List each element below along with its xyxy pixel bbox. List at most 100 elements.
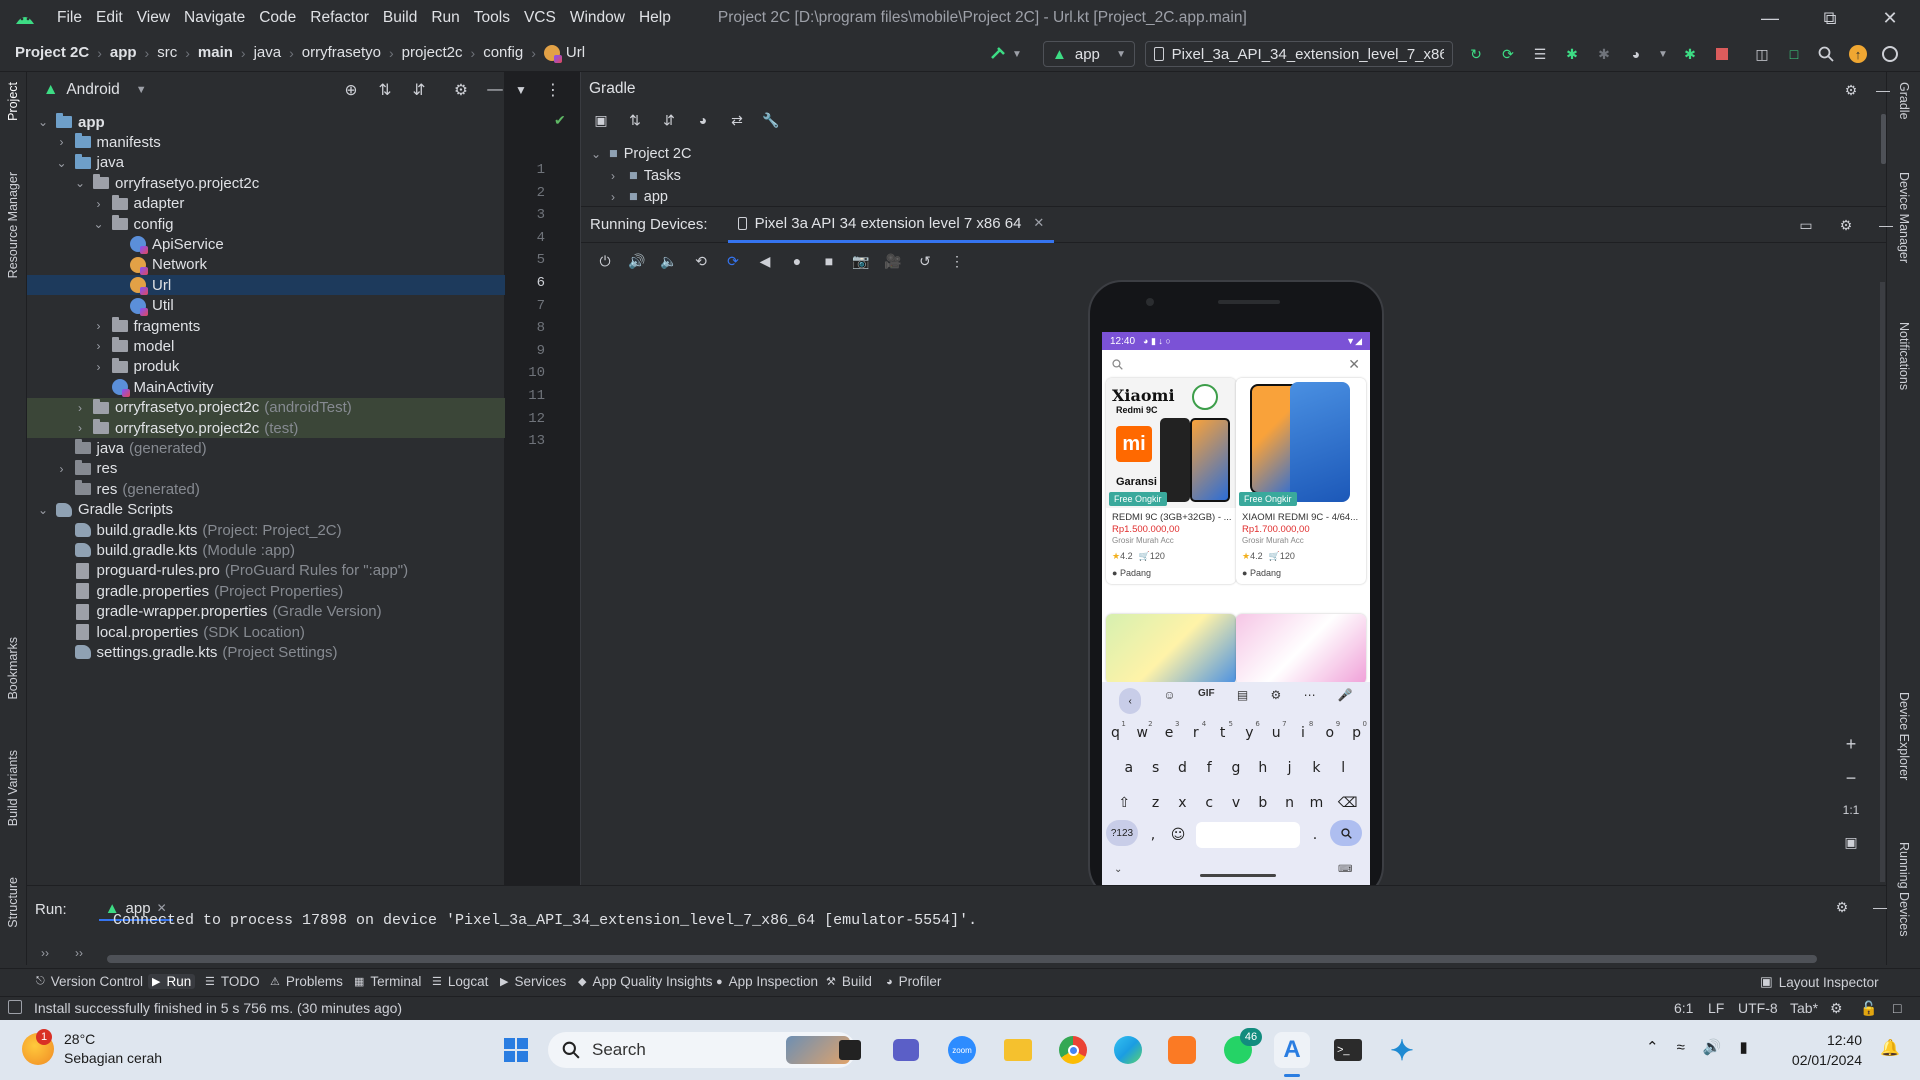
device-manager-tab[interactable]: Device Manager — [1897, 172, 1911, 263]
battery-icon[interactable]: ▮ — [1740, 1038, 1748, 1056]
home-icon[interactable]: ● — [787, 251, 807, 271]
breadcrumb-item[interactable]: app — [110, 44, 137, 61]
status-toggle-icon[interactable] — [8, 1000, 22, 1014]
device-select[interactable]: Pixel_3a_API_34_extension_level_7_x86.. — [1145, 41, 1453, 67]
chevron-right-icon[interactable]: › — [91, 197, 107, 211]
menu-file[interactable]: File — [50, 9, 89, 27]
tree-item[interactable]: › manifests — [27, 132, 505, 152]
overview-icon[interactable]: ■ — [819, 251, 839, 271]
breadcrumb-item[interactable]: Url — [543, 44, 585, 63]
key-u[interactable]: u7 — [1263, 718, 1290, 748]
sticker-icon[interactable]: ☺ — [1163, 688, 1175, 714]
gradle-tree-tasks[interactable]: › ■ Tasks — [611, 168, 681, 184]
menu-vcs[interactable]: VCS — [517, 9, 563, 27]
shift-key[interactable]: ⇧ — [1106, 788, 1142, 818]
gradle-toolbar-icon[interactable]: ▣ — [591, 110, 611, 130]
code-style-icon[interactable]: ⚙ — [1830, 1000, 1843, 1017]
line-separator[interactable]: LF — [1708, 1000, 1724, 1016]
breadcrumb-item[interactable]: java — [254, 44, 282, 61]
breadcrumb-item[interactable]: project2c — [402, 44, 463, 61]
clipboard-icon[interactable]: ▤ — [1237, 688, 1248, 714]
apply-changes-icon[interactable]: ↻ — [1466, 44, 1486, 64]
menu-help[interactable]: Help — [632, 9, 678, 27]
zoom-actual-button[interactable]: 1:1 — [1838, 797, 1864, 823]
gesture-nav-bar[interactable] — [1200, 874, 1276, 877]
tree-item[interactable]: gradle-wrapper.properties (Gradle Version… — [27, 602, 505, 622]
sync-gradle-icon[interactable]: ☰ — [1530, 44, 1550, 64]
menu-edit[interactable]: Edit — [89, 9, 130, 27]
task-view-icon[interactable] — [832, 1032, 868, 1068]
key-g[interactable]: g — [1223, 753, 1250, 783]
key-v[interactable]: v — [1223, 788, 1250, 818]
gif-button[interactable]: GIF — [1198, 688, 1215, 714]
menu-run[interactable]: Run — [424, 9, 466, 27]
tree-item[interactable]: ⌄ app — [27, 112, 505, 132]
account-icon[interactable] — [1880, 44, 1900, 64]
tree-item[interactable]: › orryfrasetyo.project2c (test) — [27, 418, 505, 438]
chevron-right-icon[interactable]: › — [72, 401, 88, 415]
chrome-icon[interactable] — [1055, 1032, 1091, 1068]
key-m[interactable]: m — [1303, 788, 1330, 818]
indent-setting[interactable]: Tab* — [1790, 1000, 1818, 1016]
attach-debugger-icon[interactable]: ✱ — [1594, 44, 1614, 64]
chevron-right-icon[interactable]: › — [91, 339, 107, 353]
profiler-icon[interactable]: ◕ — [1626, 44, 1646, 64]
screen-record-icon[interactable]: 🎥 — [883, 251, 903, 271]
breadcrumb-item[interactable]: src — [157, 44, 177, 61]
device-manager-icon[interactable]: ◫ — [1752, 44, 1772, 64]
tree-item[interactable]: java (generated) — [27, 438, 505, 458]
symbols-key[interactable]: ?123 — [1106, 820, 1138, 846]
restore-button[interactable]: ⧉ — [1800, 0, 1860, 36]
menu-navigate[interactable]: Navigate — [177, 9, 252, 27]
android-studio-taskbar-icon[interactable]: A — [1274, 1032, 1310, 1068]
gradle-tool-tab[interactable]: Gradle — [1897, 82, 1911, 120]
tree-item[interactable]: ⌄ java — [27, 153, 505, 173]
breadcrumb-item[interactable]: orryfrasetyo — [302, 44, 381, 61]
sdk-manager-icon[interactable]: □ — [1784, 44, 1804, 64]
gear-icon[interactable]: ⚙ — [1832, 897, 1852, 917]
notification-bell-icon[interactable]: 🔔 — [1880, 1038, 1900, 1058]
product-card[interactable]: Xiaomi Redmi 9C mi Garansi Free Ongkir R… — [1106, 378, 1236, 584]
key-e[interactable]: e3 — [1156, 718, 1183, 748]
volume-icon[interactable]: 🔊 — [1703, 1038, 1722, 1056]
chevron-right-icon[interactable]: › — [72, 421, 88, 435]
keyboard-back-icon[interactable]: ‹ — [1119, 688, 1142, 714]
key-j[interactable]: j — [1276, 753, 1303, 783]
tool-run[interactable]: ▶ Run — [148, 974, 196, 989]
breadcrumb-item[interactable]: main — [198, 44, 233, 61]
wrench-icon[interactable]: 🔧 — [761, 110, 781, 130]
zoom-in-button[interactable]: + — [1838, 731, 1864, 757]
chevron-down-icon[interactable]: ⌄ — [72, 176, 88, 190]
breadcrumb-item[interactable]: Project 2C — [15, 44, 89, 61]
key-d[interactable]: d — [1169, 753, 1196, 783]
camera-icon[interactable]: 📷 — [851, 251, 871, 271]
tree-item[interactable]: › res — [27, 459, 505, 479]
power-icon[interactable]: ⏻ — [595, 251, 615, 271]
key-p[interactable]: p0 — [1343, 718, 1370, 748]
tree-item[interactable]: res (generated) — [27, 479, 505, 499]
key-w[interactable]: w2 — [1129, 718, 1156, 748]
hammer-build-icon[interactable]: ▼ — [988, 44, 1022, 64]
tree-item[interactable]: build.gradle.kts (Project: Project_2C) — [27, 520, 505, 540]
new-window-icon[interactable]: ▭ — [1796, 215, 1816, 235]
tool-terminal[interactable]: ▦ Terminal — [354, 974, 421, 989]
tree-item[interactable]: ⌄ Gradle Scripts — [27, 500, 505, 520]
hide-keyboard-icon[interactable]: ⌄ — [1114, 864, 1122, 875]
product-card[interactable] — [1106, 614, 1236, 684]
gear-icon[interactable]: ⚙ — [1836, 215, 1856, 235]
caret-position[interactable]: 6:1 — [1674, 1000, 1693, 1016]
search-bar[interactable]: ✕ — [1102, 350, 1370, 378]
keyboard-switch-icon[interactable]: ⌨ — [1338, 864, 1352, 875]
menu-tools[interactable]: Tools — [467, 9, 517, 27]
key-i[interactable]: i8 — [1290, 718, 1317, 748]
breadcrumb-item[interactable]: config — [483, 44, 523, 61]
close-window-button[interactable]: ✕ — [1860, 0, 1920, 36]
snapshot-icon[interactable]: ↺ — [915, 251, 935, 271]
zoom-icon[interactable]: zoom — [944, 1032, 980, 1068]
xampp-icon[interactable] — [1164, 1032, 1200, 1068]
gradle-tree-project[interactable]: ⌄ ■ Project 2C — [591, 146, 691, 162]
gear-icon[interactable]: ⚙ — [1271, 688, 1282, 714]
collapse-all-icon[interactable]: ⇵ — [659, 110, 679, 130]
clear-search-icon[interactable]: ✕ — [1348, 356, 1360, 373]
device-explorer-tab[interactable]: Device Explorer — [1897, 692, 1911, 780]
